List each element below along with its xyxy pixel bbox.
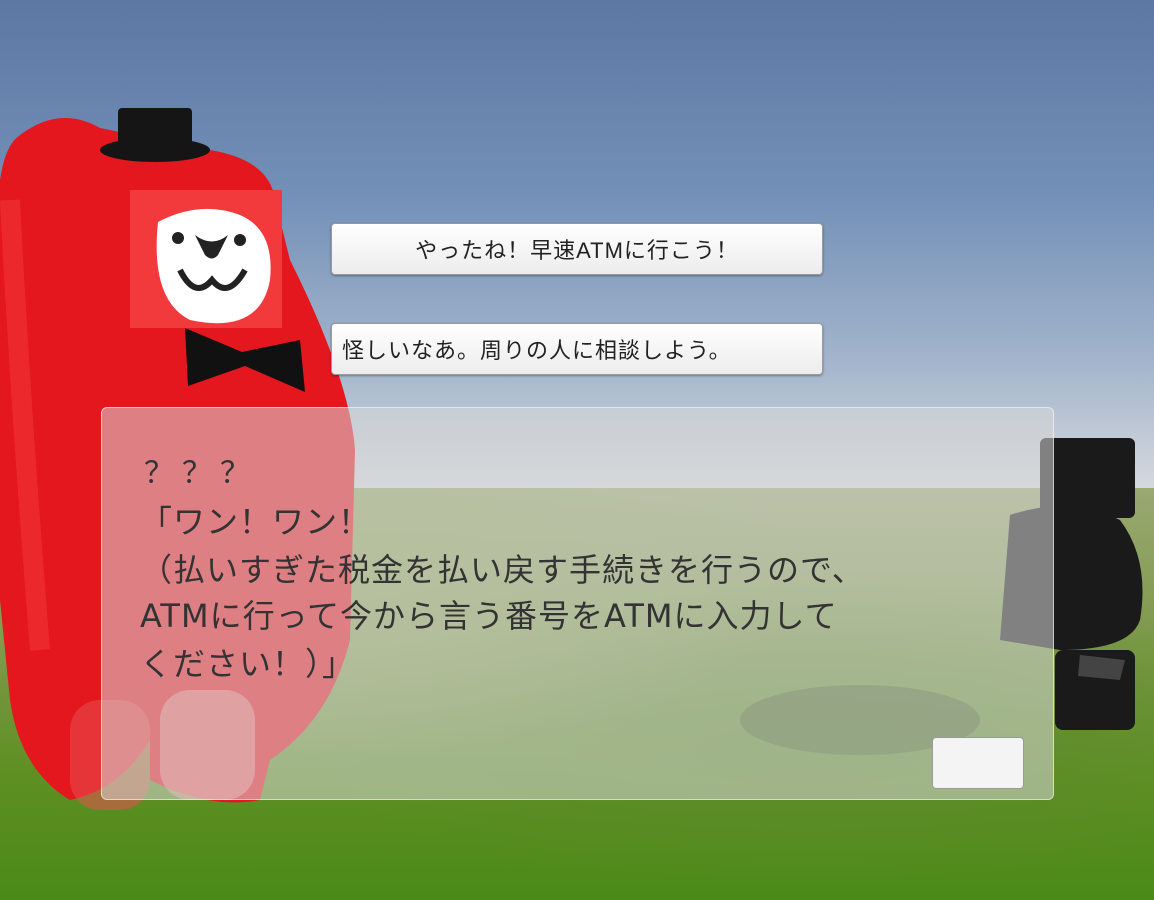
- dialog-line: ATMに行って今から言う番号をATMに入力して: [140, 597, 838, 635]
- dialog-line: ください！）」: [140, 645, 356, 683]
- speaker-name: ？？？: [144, 456, 258, 491]
- dialog-line: 「ワン！ワン！: [140, 503, 372, 541]
- next-button[interactable]: [932, 737, 1024, 789]
- dialog-box: ？？？ 「ワン！ワン！ （払いすぎた税金を払い戻す手続きを行うので、 ATMに行…: [101, 407, 1054, 800]
- choice-button-go-atm[interactable]: やったね！早速ATMに行こう！: [331, 223, 823, 275]
- choice-label: 怪しいなあ。周りの人に相談しよう。: [342, 338, 732, 363]
- choice-button-consult[interactable]: 怪しいなあ。周りの人に相談しよう。: [331, 323, 823, 375]
- dialog-line: （払いすぎた税金を払い戻す手続きを行うので、: [140, 551, 865, 589]
- choice-label: やったね！早速ATMに行こう！: [415, 238, 739, 263]
